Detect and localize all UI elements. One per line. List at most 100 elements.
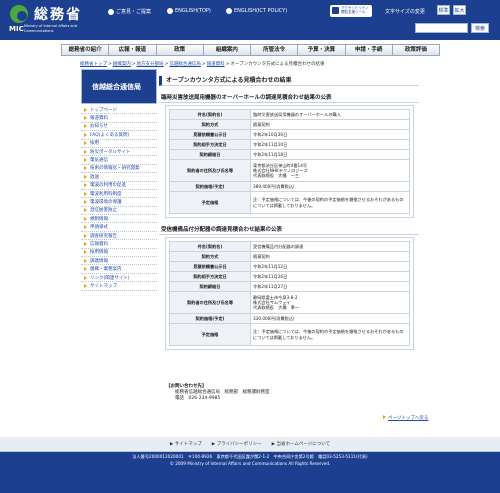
gnav-item-procedures[interactable]: 申請・手続	[346, 45, 393, 55]
sidebar-item[interactable]: 電波利用料制度	[81, 190, 157, 199]
arrow-icon	[84, 225, 87, 230]
sidebar-item[interactable]: 電波環境の保護	[81, 198, 157, 207]
table-row: 契約方式 随意契約	[169, 251, 410, 262]
gnav-item-organization[interactable]: 組織案内	[204, 45, 251, 55]
gnav-item-about[interactable]: 総務省の紹介	[62, 45, 110, 55]
sidebar-item[interactable]: 電気通信	[81, 156, 157, 165]
table-row: 契約価格(予定) 330,000円(消費税込)	[169, 313, 410, 324]
page-top-link[interactable]: ページトップへ戻る	[383, 415, 428, 421]
row-label: 契約相手方決定日	[169, 271, 251, 282]
sidebar-item[interactable]: 組織・業務案内	[81, 265, 157, 274]
arrow-icon	[84, 283, 87, 288]
breadcrumb-link[interactable]: 組織案内	[113, 62, 131, 67]
row-value: 389,400円(消費税込)	[250, 181, 410, 192]
sidebar-item-label: 採用	[90, 141, 99, 147]
sidebar-item-label: サイトマップ	[90, 283, 117, 289]
sidebar-item[interactable]: 電波の利用の促進	[81, 182, 157, 190]
table-row: 契約者の住所及び氏名等 東京都渋谷区神山町4番14号 株式会社NHKテクノロジーズ…	[169, 159, 410, 182]
header-link-feedback[interactable]: ご意見・ご提案	[108, 8, 151, 15]
arrow-icon	[84, 158, 87, 163]
sidebar-item[interactable]: 調達情報	[81, 257, 157, 266]
row-label: 予定価格	[169, 191, 251, 214]
sidebar-item[interactable]: 採用	[81, 140, 157, 148]
row-value: 令和2年11月18日	[250, 149, 410, 160]
arrow-icon	[84, 116, 87, 121]
search-button[interactable]: 検索	[471, 23, 489, 33]
row-value: 静岡県富士市今泉3-8-2 株式会社サムウェイ 代表取締役 大橋 準一	[250, 291, 410, 314]
sidebar-item[interactable]: リンク(関連サイト)	[81, 274, 157, 283]
site-logo[interactable]: 総務省 MIC Ministry of Internal Affairs and…	[7, 3, 80, 37]
sidebar-item[interactable]: FAQ(よくある質問)	[81, 131, 157, 140]
footer-link-label: 当省ホームページについて	[276, 442, 331, 447]
page-title: オープンカウンタ方式による見積合わせの結果	[159, 76, 419, 86]
gnav-item-evaluation[interactable]: 政策評価	[393, 45, 439, 55]
search-input[interactable]	[415, 23, 468, 33]
header-link-english-ict[interactable]: ENGLISH(ICT POLICY)	[226, 8, 287, 14]
sidebar-item[interactable]: 報道資料	[81, 114, 157, 123]
breadcrumb-separator: >	[131, 62, 136, 67]
sidebar-item[interactable]: 申請様式	[81, 223, 157, 232]
sidebar-item-label: 広報資料	[90, 241, 108, 247]
gnav-item-press[interactable]: 広報・報道	[109, 45, 157, 55]
arrow-icon	[84, 208, 87, 213]
sidebar-item-label: 電波の利用の促進	[90, 183, 126, 189]
arrow-icon	[84, 132, 87, 137]
row-label: 契約方式	[169, 119, 251, 130]
font-size-large-button[interactable]: 拡大	[453, 5, 466, 15]
arrow-icon	[84, 275, 87, 280]
sidebar-item-label: 電波利用料制度	[90, 191, 122, 197]
breadcrumb-link[interactable]: 地方支分部局	[137, 62, 164, 67]
sidebar-item[interactable]: トップページ	[81, 106, 157, 115]
global-nav: 総務省の紹介 広報・報道 政策 組織案内 所管法令 予算・決算 申請・手続 政策…	[61, 44, 440, 56]
sidebar-item[interactable]: 採用情報	[81, 249, 157, 258]
row-value: 330,000円(消費税込)	[250, 313, 410, 324]
bullet-icon	[167, 8, 173, 14]
gnav-item-budget[interactable]: 予算・決算	[298, 45, 346, 55]
sidebar-item[interactable]: サイトマップ	[81, 282, 157, 291]
sidebar-item[interactable]: 放送	[81, 173, 157, 182]
sidebar-item-label: 報道資料	[90, 116, 108, 122]
header-link-english-top[interactable]: ENGLISH(TOP)	[167, 8, 211, 14]
row-value: 令和2年11月26日	[250, 271, 410, 282]
sidebar-item-label: 放送	[90, 174, 99, 180]
sidebar-item[interactable]: 広報資料	[81, 240, 157, 249]
contact-info: 【お問い合わせ先】 総務省信越総合通信局 総務部 総務課財務室 電話 026-2…	[166, 384, 270, 402]
sidebar-item[interactable]: 防災ポータルサイト	[81, 148, 157, 157]
footer-link-privacy[interactable]: ▶ プライバシーポリシー	[212, 441, 262, 447]
arrow-icon	[84, 149, 87, 154]
arrow-icon	[84, 241, 87, 246]
footer-link-sitemap[interactable]: ▶ サイトマップ	[170, 441, 202, 447]
sidebar-header[interactable]: 信越総合通信局	[81, 69, 157, 104]
arrow-icon	[84, 250, 87, 255]
breadcrumb-link[interactable]: 信越総合通信局	[169, 62, 201, 67]
sidebar-item-label: 申請様式	[90, 225, 108, 231]
table-row: 予定価格 注：予定価格については、今後の契約の予定価格を類推させるおそれがあるもの…	[169, 191, 410, 214]
breadcrumb-link[interactable]: 報道資料	[207, 62, 225, 67]
gnav-item-laws[interactable]: 所管法令	[251, 45, 299, 55]
logo-japanese: 総務省	[34, 7, 82, 23]
breadcrumb-link[interactable]: 総務省トップ	[80, 62, 107, 67]
table-row: 見積依頼書公示日 令和2年10月30日	[169, 129, 410, 140]
row-label: 契約価格(予定)	[169, 181, 251, 192]
header-link-label: ご意見・ご提案	[116, 9, 152, 15]
sidebar-item[interactable]: 混信妨害防止	[81, 207, 157, 216]
sidebar-item[interactable]: お知らせ	[81, 123, 157, 132]
sidebar-item-label: お知らせ	[90, 124, 108, 130]
arrow-icon	[84, 233, 87, 238]
sidebar-item[interactable]: 規制情報	[81, 215, 157, 224]
row-label: 見積依頼書公示日	[169, 129, 251, 140]
table-row: 契約締結日 令和2年11月27日	[169, 281, 410, 292]
accessibility-tool-button[interactable]: アクセシビリティ閲覧支援ツール	[330, 5, 372, 17]
sidebar-item[interactable]: 調査研究報告	[81, 232, 157, 241]
font-size-normal-button[interactable]: 標準	[437, 5, 450, 15]
row-value: 随意契約	[250, 119, 410, 130]
sidebar-item[interactable]: 技術の情報化・研究開発	[81, 165, 157, 174]
row-label: 契約価格(予定)	[169, 313, 251, 324]
contract-detail-table: 件名(契約名) 受信機備品付分配器の調達 契約方式 随意契約 見積依頼書公示日 令和2年1…	[169, 241, 410, 346]
site-header: 総務省 MIC Ministry of Internal Affairs and…	[0, 0, 500, 40]
arrow-icon	[84, 141, 87, 146]
footer-link-about-site[interactable]: ▶ 当省ホームページについて	[272, 441, 331, 447]
bullet-icon	[108, 8, 114, 15]
sidebar-item-label: 調達情報	[90, 258, 108, 264]
gnav-item-policy[interactable]: 政策	[157, 45, 204, 55]
